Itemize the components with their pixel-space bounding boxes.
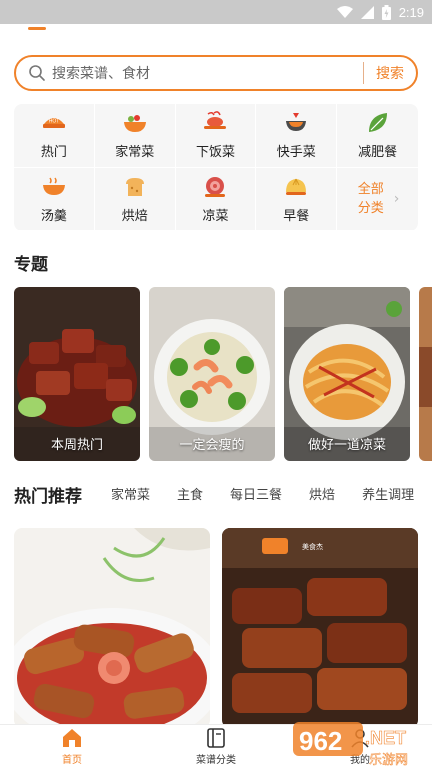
category-cold-dishes[interactable]: 凉菜 (175, 167, 257, 231)
nav-recipe-categories[interactable]: 菜谱分类 (144, 725, 288, 768)
category-breakfast[interactable]: 早餐 (256, 167, 338, 231)
shrimp-plate-icon (202, 110, 228, 136)
category-label: 热门 (40, 145, 67, 161)
search-button[interactable]: 搜索 (364, 63, 416, 83)
category-label: 减肥餐 (358, 145, 398, 161)
category-label: 下饭菜 (195, 145, 235, 161)
status-time: 2:19 (398, 4, 424, 20)
wok-icon (283, 110, 309, 136)
topics-title: 专题 (14, 255, 48, 275)
chicken-wings-image (14, 528, 210, 728)
signal-icon (360, 5, 374, 19)
topic-card-slim[interactable]: 一定会瘦的 (149, 287, 275, 461)
category-label: 烘焙 (121, 208, 148, 224)
nav-label: 首页 (62, 755, 82, 766)
nav-home[interactable]: 首页 (0, 725, 144, 768)
tab-health[interactable]: 养生调理 (362, 484, 414, 503)
card-badge: 美食杰 (302, 543, 323, 551)
topic-caption: 一定会瘦的 (179, 438, 245, 453)
category-grid: HOT 热门 家常菜 下饭菜 快手菜 减肥餐 汤羹 烘焙 凉菜 早餐 全部 分类… (14, 104, 418, 231)
topic-card-weekly-hot[interactable]: 本周热门 (14, 287, 140, 461)
tab-staple[interactable]: 主食 (177, 484, 203, 503)
cold-dish-icon (202, 174, 228, 200)
category-baking[interactable]: 烘焙 (94, 167, 176, 231)
search-placeholder: 搜索菜谱、食材 (52, 66, 150, 82)
tab-baking[interactable]: 烘焙 (309, 484, 335, 503)
category-quick[interactable]: 快手菜 (256, 104, 338, 168)
home-icon (63, 729, 81, 747)
category-label: 早餐 (283, 208, 310, 224)
leaf-icon (365, 110, 391, 136)
topic-caption: 本周热门 (50, 438, 103, 453)
topic-carousel[interactable]: 本周热门 一定会瘦的 做好一道凉菜 (14, 287, 432, 461)
tab-hot-recommend[interactable]: 热门推荐 (14, 482, 82, 507)
all-categories-label: 全部 分类 (356, 180, 386, 218)
hot-icon: HOT (41, 110, 67, 136)
topic-card-peek[interactable] (419, 287, 432, 461)
search-icon (29, 65, 45, 81)
svg-text:HOT: HOT (49, 119, 60, 125)
recipe-card[interactable]: 美食杰 (222, 528, 418, 728)
category-home-cooking[interactable]: 家常菜 (94, 104, 176, 168)
category-label: 家常菜 (115, 145, 155, 161)
watermark-logo: 962 .NET 乐游网 (293, 722, 408, 768)
all-categories-button[interactable]: 全部 分类 › (337, 168, 418, 231)
ribs-image (222, 528, 418, 728)
soup-icon (41, 174, 67, 200)
category-soup[interactable]: 汤羹 (14, 167, 95, 231)
topic-caption: 做好一道凉菜 (307, 438, 386, 453)
topic-card-cold-dish[interactable]: 做好一道凉菜 (284, 287, 410, 461)
svg-text:962: 962 (299, 726, 342, 756)
category-label: 汤羹 (40, 208, 67, 224)
all-categories-line1: 全部 (357, 181, 384, 197)
book-icon (207, 728, 225, 748)
nav-label: 菜谱分类 (196, 755, 236, 766)
chevron-right-icon: › (393, 190, 400, 207)
svg-text:.NET: .NET (365, 728, 406, 748)
all-categories-line2: 分类 (357, 200, 384, 216)
tab-home-cooking[interactable]: 家常菜 (111, 484, 150, 503)
partial-topic-image (419, 287, 432, 461)
bread-icon (122, 174, 148, 200)
dish-bowl-icon (122, 110, 148, 136)
category-rice-dishes[interactable]: 下饭菜 (175, 104, 257, 168)
category-hot[interactable]: HOT 热门 (14, 104, 95, 168)
status-bar: 2:19 (0, 0, 432, 24)
category-label: 快手菜 (276, 145, 316, 161)
active-tab-indicator (28, 27, 46, 30)
category-label: 凉菜 (202, 208, 229, 224)
category-diet[interactable]: 减肥餐 (337, 104, 418, 168)
search-input[interactable]: 搜索菜谱、食材 搜索 (14, 55, 418, 91)
svg-text:乐游网: 乐游网 (369, 753, 408, 768)
wifi-icon (336, 5, 353, 18)
bun-icon (283, 174, 309, 200)
recipe-card[interactable] (14, 528, 210, 728)
tab-three-meals[interactable]: 每日三餐 (230, 484, 282, 503)
battery-icon (381, 4, 391, 20)
feed-tabs: 热门推荐 家常菜 主食 每日三餐 烘焙 养生调理 (14, 484, 432, 514)
